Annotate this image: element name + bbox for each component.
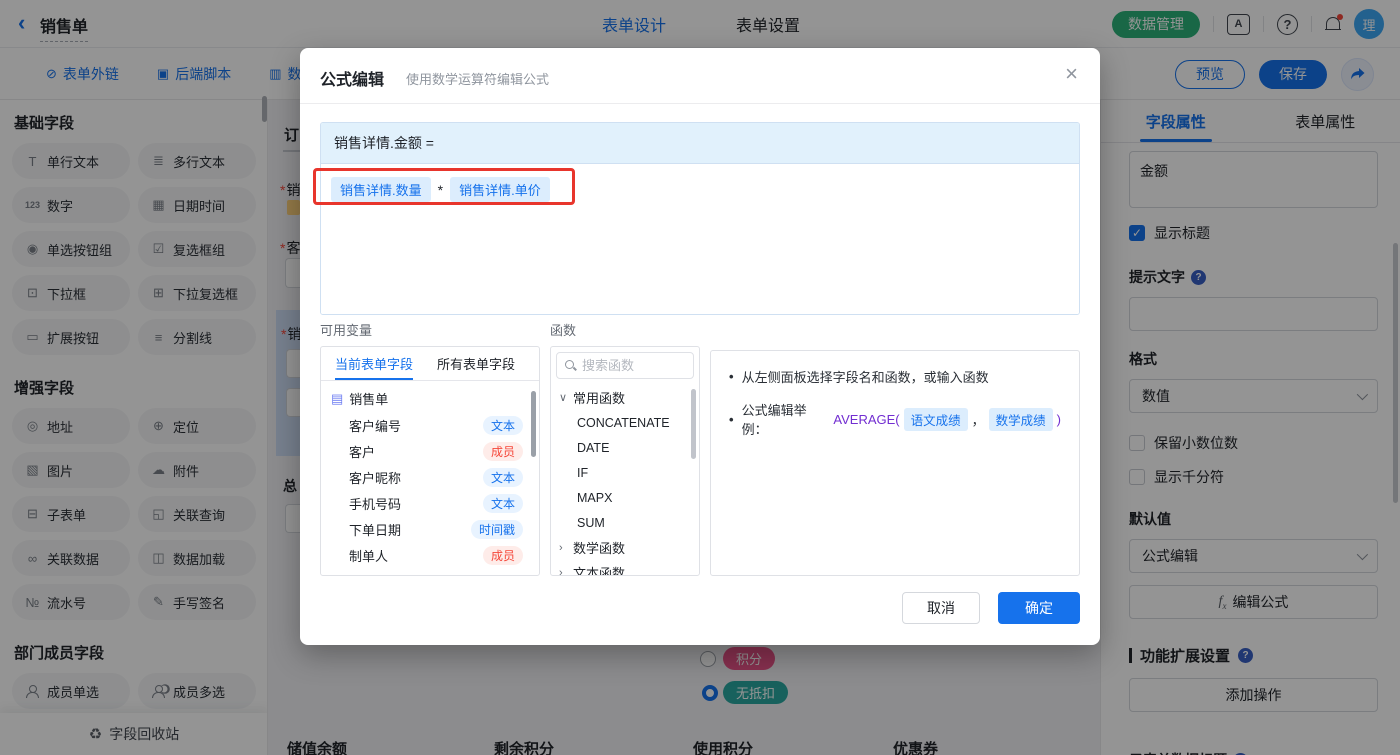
variables-panel: 当前表单字段 所有表单字段 ▤ 销售单 客户编号 文本 客户 成员 客户昵称 文本 手… <box>320 346 540 576</box>
chevron-closed-icon: › <box>559 541 563 554</box>
function-search-box <box>556 352 694 379</box>
tab-current-form-fields[interactable]: 当前表单字段 <box>335 347 414 380</box>
bullet-icon: • <box>729 369 734 384</box>
search-icon <box>565 360 576 371</box>
group-math-functions[interactable]: › 数学函数 <box>551 535 699 560</box>
variable-row[interactable]: 制单人 成员 <box>321 542 539 568</box>
formula-field-chip[interactable]: 销售详情.单价 <box>450 177 550 202</box>
tip-line-2: • 公式编辑举例： AVERAGE( 语文成绩 ， 数学成绩 ) <box>729 403 1061 437</box>
formula-field-chip[interactable]: 销售详情.数量 <box>331 177 431 202</box>
function-item[interactable]: CONCATENATE <box>551 410 699 435</box>
dialog-title: 公式编辑 <box>320 72 385 89</box>
example-function-name: AVERAGE( <box>833 411 900 427</box>
group-text-functions[interactable]: › 文本函数 <box>551 560 699 576</box>
type-badge: 文本 <box>482 467 523 487</box>
functions-label: 函数 <box>550 323 577 338</box>
cancel-button[interactable]: 取消 <box>902 592 980 624</box>
functions-panel: ∨常用函数 CONCATENATE DATE IF MAPX SUM ›数学函数… <box>550 346 700 576</box>
group-common-functions[interactable]: ∨ 常用函数 <box>551 385 699 410</box>
dialog-subtitle: 使用数学运算符编辑公式 <box>406 72 550 87</box>
formula-expression: 销售详情.数量 * 销售详情.单价 <box>331 177 550 202</box>
type-badge: 文本 <box>482 493 523 513</box>
example-field-chip: 语文成绩 <box>903 407 968 431</box>
form-designer-app: ‹ 销售单 表单设计 表单设置 数据管理 A ? 理 ⊘ 表单外链 ▣ 后端脚本… <box>0 0 1400 755</box>
variable-row[interactable]: 客户昵称 文本 <box>321 464 539 490</box>
function-item[interactable]: IF <box>551 460 699 485</box>
formula-editor-box: 销售详情.金额 = 销售详情.数量 * 销售详情.单价 <box>320 122 1080 315</box>
chevron-open-icon: ∨ <box>559 392 568 404</box>
close-icon[interactable]: × <box>1065 62 1078 86</box>
tip-line-1: • 从左侧面板选择字段名和函数，或输入函数 <box>729 369 989 385</box>
function-item[interactable]: DATE <box>551 435 699 460</box>
search-input[interactable] <box>582 358 685 373</box>
multiply-operator: * <box>437 181 444 198</box>
tree-root-form[interactable]: ▤ 销售单 <box>321 381 539 412</box>
type-badge: 时间戳 <box>470 519 523 539</box>
confirm-button[interactable]: 确定 <box>998 592 1080 624</box>
variable-row[interactable]: 客户编号 文本 <box>321 412 539 438</box>
formula-tips-panel: • 从左侧面板选择字段名和函数，或输入函数 • 公式编辑举例： AVERAGE(… <box>710 350 1080 576</box>
variables-tabs: 当前表单字段 所有表单字段 <box>321 347 539 381</box>
function-item[interactable]: MAPX <box>551 485 699 510</box>
bullet-icon: • <box>729 411 734 427</box>
function-tree: ∨ 常用函数 CONCATENATE DATE IF MAPX SUM › 数学函数… <box>551 385 699 576</box>
formula-input-area[interactable]: 销售详情.数量 * 销售详情.单价 <box>321 164 1079 314</box>
variable-row[interactable]: 下单日期 时间戳 <box>321 516 539 542</box>
variable-row[interactable]: 客户 成员 <box>321 438 539 464</box>
tab-all-form-fields[interactable]: 所有表单字段 <box>437 347 515 380</box>
functions-scrollbar-thumb[interactable] <box>691 389 696 459</box>
variable-row[interactable]: 手机号码 文本 <box>321 490 539 516</box>
example-field-chip: 数学成绩 <box>988 407 1053 431</box>
dialog-header: 公式编辑 使用数学运算符编辑公式 × <box>300 48 1100 104</box>
type-badge: 文本 <box>482 415 523 435</box>
chevron-closed-icon: › <box>559 566 563 576</box>
function-item[interactable]: SUM <box>551 510 699 535</box>
type-badge: 成员 <box>482 441 523 461</box>
formula-edit-dialog: 公式编辑 使用数学运算符编辑公式 × 销售详情.金额 = 销售详情.数量 * 销… <box>300 48 1100 645</box>
type-badge: 成员 <box>482 545 523 565</box>
document-icon: ▤ <box>331 390 344 406</box>
variables-label: 可用变量 <box>320 323 373 338</box>
formula-target: 销售详情.金额 = <box>321 123 1079 164</box>
example-close-paren: ) <box>1056 411 1061 427</box>
dialog-footer: 取消 确定 <box>300 592 1100 624</box>
variables-scrollbar-thumb[interactable] <box>531 391 536 457</box>
